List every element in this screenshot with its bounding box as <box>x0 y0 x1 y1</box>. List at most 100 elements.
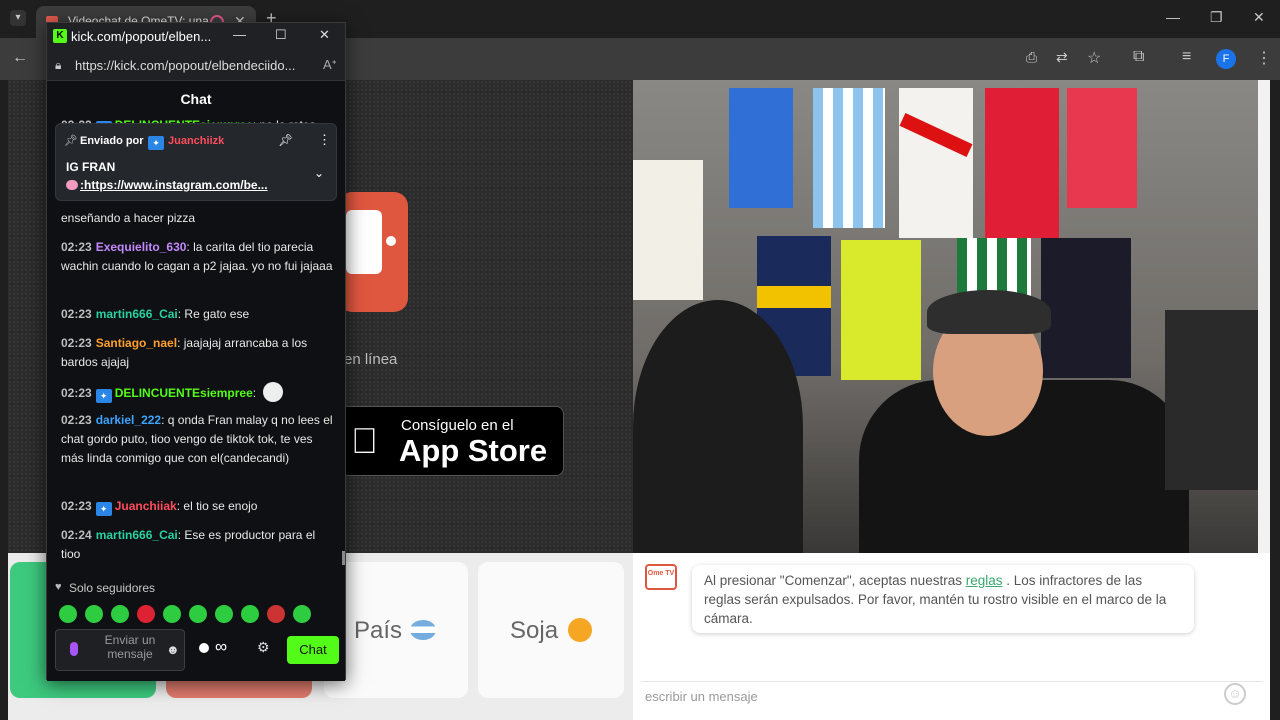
emote-icon[interactable] <box>293 605 311 623</box>
pinned-link[interactable]: :https://www.instagram.com/be... <box>80 178 268 192</box>
jersey-white-left <box>633 160 703 300</box>
profile-avatar[interactable]: F <box>1216 49 1236 69</box>
emote-icon[interactable] <box>59 605 77 623</box>
chat-message: 02:23 martin666_Cai: Re gato ese <box>61 307 250 321</box>
emoji-icon[interactable]: ☻ <box>166 642 180 657</box>
chat-footer: ♥ Solo seguidores Enviar un mensaje ☻ ∞ … <box>47 567 345 681</box>
person-cap <box>927 290 1051 334</box>
verified-badge-icon: ✦ <box>95 502 112 516</box>
minimize-icon[interactable]: — <box>1166 9 1180 25</box>
logo-screen <box>346 210 382 274</box>
extensions-icon[interactable]: ⧉ <box>1133 48 1144 66</box>
followers-only-label: Solo seguidores <box>69 581 156 595</box>
chat-message: 02:23 Exequielito_630: la carita del tio … <box>61 240 333 273</box>
gender-filter-button[interactable]: Soja <box>478 562 624 698</box>
popout-address-bar: 🔒︎ https://kick.com/popout/elbendeciido.… <box>47 51 345 81</box>
lock-icon: 🔒︎ <box>55 58 62 72</box>
emote-icon[interactable] <box>137 605 155 623</box>
emote-icon[interactable] <box>189 605 207 623</box>
translate-icon[interactable]: ⇄ <box>1056 49 1068 66</box>
pinned-message: 📌︎ Enviado por ✦ Juanchiizk 📌︎ ⋮ IG FRAN… <box>55 123 337 201</box>
emote-icon[interactable] <box>85 605 103 623</box>
chevron-down-icon[interactable]: ⌄ <box>314 166 324 180</box>
emote-icon[interactable] <box>267 605 285 623</box>
verified-badge-icon: ✦ <box>95 389 112 403</box>
install-app-icon[interactable]: ⎙ <box>1026 49 1037 66</box>
pinned-menu-icon[interactable]: ⋮ <box>318 132 331 148</box>
emote-icon[interactable] <box>163 605 181 623</box>
scrollbar-thumb[interactable] <box>342 551 345 565</box>
app-store-big-text: App Store <box>399 433 548 468</box>
emote-icon[interactable] <box>111 605 129 623</box>
microphone-icon[interactable] <box>70 642 78 656</box>
rules-text-pre: Al presionar "Comenzar", aceptas nuestra… <box>704 573 966 588</box>
jersey-yellow <box>841 240 921 380</box>
maximize-icon[interactable]: ❐ <box>1210 9 1223 26</box>
gaming-chair <box>633 300 803 553</box>
kick-chat-popout-window: K kick.com/popout/elben... — ☐ ✕ 🔒︎ http… <box>46 22 346 681</box>
jersey-argentina <box>813 88 885 228</box>
jersey-red <box>985 88 1059 238</box>
country-label: País <box>354 617 403 644</box>
unpin-icon[interactable]: 📌︎ <box>278 133 293 147</box>
popout-url[interactable]: https://kick.com/popout/elbendeciido... <box>75 58 295 73</box>
rules-notice: Al presionar "Comenzar", aceptas nuestra… <box>692 565 1194 633</box>
heart-icon: ♥ <box>55 581 62 593</box>
jersey-black <box>1041 238 1131 378</box>
menu-icon[interactable]: ⋮ <box>1256 48 1272 68</box>
emote-icon[interactable] <box>241 605 259 623</box>
ometv-logo <box>338 192 408 312</box>
chat-message: 02:23 ✦ Juanchiiak: el tio se enojo <box>61 499 258 516</box>
remote-video-area <box>633 80 1258 553</box>
chat-header: Chat <box>47 81 345 117</box>
send-chat-button[interactable]: Chat <box>287 636 339 664</box>
chat-message: enseñando a hacer pizza <box>61 211 196 225</box>
pinned-title: IG FRAN <box>66 160 116 174</box>
argentina-flag-icon <box>410 620 436 640</box>
popout-minimize-icon[interactable]: — <box>233 27 246 42</box>
kick-favicon-icon: K <box>53 29 67 43</box>
shelf <box>1165 310 1258 490</box>
heart-emote-icon <box>66 180 78 190</box>
settings-gear-icon[interactable]: ⚙ <box>257 639 270 656</box>
pinned-sent-by: Enviado por <box>80 135 144 147</box>
message-input[interactable]: escribir un mensaje <box>641 681 1263 711</box>
gender-label: Soja <box>510 617 559 644</box>
rules-link[interactable]: reglas <box>966 573 1003 588</box>
ometv-chat-logo-icon: Ome TV <box>645 564 677 590</box>
media-control-icon[interactable]: ≡ <box>1182 48 1191 66</box>
chat-message: 02:23 darkiel_222: q onda Fran malay q no… <box>61 413 333 465</box>
emote-icon[interactable] <box>215 605 233 623</box>
message-placeholder: Enviar un mensaje <box>104 633 156 661</box>
read-aloud-icon[interactable]: Aᐩ <box>323 57 337 73</box>
jersey-blue <box>729 88 793 208</box>
ome-chat-area: Ome TV Al presionar "Comenzar", aceptas … <box>633 553 1270 720</box>
chat-message: 02:24 martin666_Cai: Ese es productor par… <box>61 528 316 561</box>
app-store-small-text: Consíguelo en el <box>401 417 514 434</box>
infinity-label: ∞ <box>215 637 228 656</box>
back-icon[interactable]: ← <box>12 49 28 67</box>
apple-icon:  <box>351 421 378 461</box>
close-window-icon[interactable]: ✕ <box>1253 9 1265 26</box>
pin-icon: 📌︎ <box>64 135 78 147</box>
popout-close-icon[interactable]: ✕ <box>319 27 330 43</box>
bookmark-star-icon[interactable]: ☆ <box>1087 48 1101 68</box>
emote-icon <box>263 382 284 402</box>
popout-maximize-icon[interactable]: ☐ <box>275 27 287 43</box>
emoji-picker-icon[interactable]: ☺ <box>1224 683 1246 705</box>
tab-search-button[interactable]: ▾ <box>10 10 26 26</box>
jersey-white-red <box>899 88 973 238</box>
send-message-input[interactable]: Enviar un mensaje ☻ <box>55 629 185 671</box>
app-store-button[interactable]:  Consíguelo en el App Store <box>338 406 564 476</box>
logo-dot <box>386 236 396 246</box>
popout-title: kick.com/popout/elben... <box>71 29 212 44</box>
verified-badge-icon: ✦ <box>148 136 164 150</box>
online-count-text: en línea <box>344 351 398 368</box>
boy-emoji-icon <box>568 618 592 642</box>
pinned-user: Juanchiizk <box>168 135 225 147</box>
jersey-red-2 <box>1067 88 1137 208</box>
popout-titlebar: K kick.com/popout/elben... — ☐ ✕ <box>47 23 345 51</box>
chat-message: 02:23 ✦ DELINCUENTEsiempree: <box>61 382 333 403</box>
kicks-icon[interactable] <box>199 643 209 653</box>
chat-message: 02:23 Santiago_nael: jaajajaj arrancaba a… <box>61 336 308 369</box>
